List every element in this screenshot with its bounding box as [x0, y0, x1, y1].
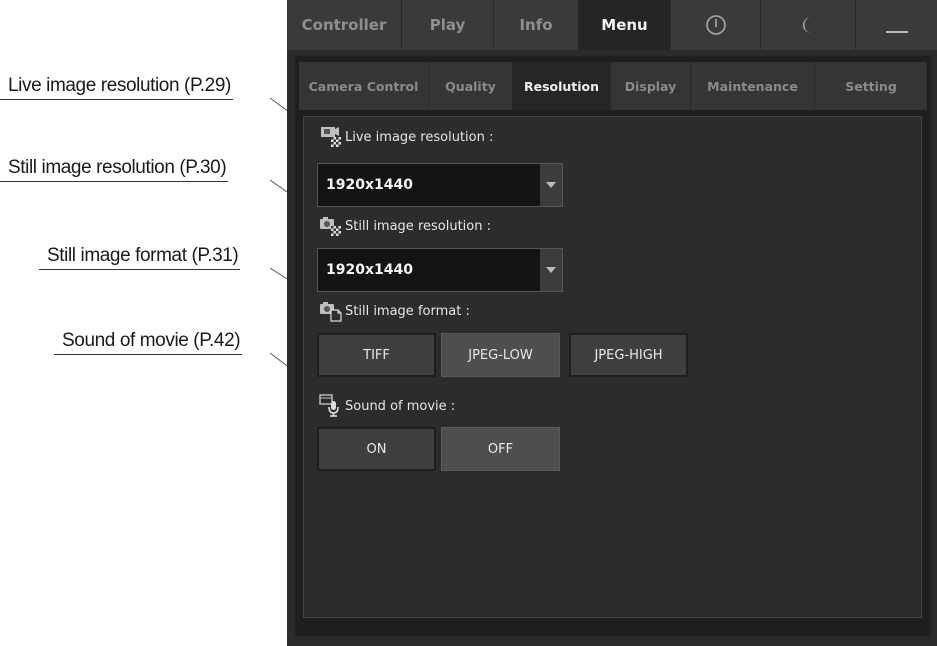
subtab-resolution[interactable]: Resolution: [513, 62, 611, 110]
sub-tab-bar: Camera Control Quality Resolution Displa…: [299, 62, 927, 110]
still-resolution-icon: [320, 217, 341, 236]
tab-menu-label: Menu: [601, 16, 648, 34]
tab-controller[interactable]: Controller: [287, 0, 402, 50]
night-mode-button[interactable]: [761, 0, 856, 50]
still-resolution-dropdown-arrow[interactable]: [540, 249, 562, 291]
sound-of-movie-icon: [319, 394, 339, 417]
callout-leader-lines: [269, 97, 320, 392]
still-resolution-label-row: Still image resolution :: [319, 209, 491, 237]
live-resolution-label-row: Live image resolution :: [319, 120, 493, 148]
callout-sound-of-movie: Sound of movie (P.42): [54, 330, 243, 355]
format-jpeg-high-label: JPEG-HIGH: [594, 347, 663, 363]
callout-still-resolution: Still image resolution (P.30): [0, 157, 229, 182]
tab-play[interactable]: Play: [402, 0, 494, 50]
subtab-quality[interactable]: Quality: [429, 62, 513, 110]
sound-of-movie-label: Sound of movie :: [345, 399, 456, 414]
sound-off-label: OFF: [487, 441, 514, 457]
still-resolution-dropdown[interactable]: 1920x1440: [317, 248, 563, 292]
chevron-down-icon: [546, 267, 556, 273]
tab-controller-label: Controller: [301, 16, 387, 34]
live-resolution-icon: [321, 127, 341, 147]
format-jpeg-low-button[interactable]: JPEG-LOW: [441, 333, 560, 377]
callout-still-format: Still image format (P.31): [39, 245, 241, 270]
sound-on-button[interactable]: ON: [317, 427, 436, 471]
callout-live-resolution: Live image resolution (P.29): [0, 75, 233, 100]
minimize-button[interactable]: [856, 0, 937, 50]
live-resolution-label: Live image resolution :: [345, 130, 494, 145]
subtab-maintenance[interactable]: Maintenance: [691, 62, 815, 110]
sound-on-label: ON: [366, 441, 387, 457]
subtab-display[interactable]: Display: [611, 62, 691, 110]
sound-of-movie-label-row: Sound of movie :: [319, 389, 455, 417]
tab-info[interactable]: Info: [494, 0, 579, 50]
subtab-display-label: Display: [624, 78, 677, 94]
still-resolution-label: Still image resolution :: [345, 219, 491, 234]
subtab-resolution-label: Resolution: [523, 78, 600, 94]
subtab-setting[interactable]: Setting: [815, 62, 927, 110]
live-resolution-dropdown-arrow[interactable]: [540, 164, 562, 206]
still-format-label: Still image format :: [345, 304, 470, 319]
chevron-down-icon: [546, 182, 556, 188]
tab-menu[interactable]: Menu: [579, 0, 671, 50]
moon-icon: [803, 17, 811, 33]
still-resolution-value: 1920x1440: [326, 262, 413, 278]
subtab-setting-label: Setting: [845, 78, 897, 94]
still-format-icon: [320, 302, 342, 322]
format-tiff-button[interactable]: TIFF: [317, 333, 436, 377]
subtab-camera-control[interactable]: Camera Control: [299, 62, 429, 110]
top-tab-bar: Controller Play Info Menu: [287, 0, 937, 50]
sound-off-button[interactable]: OFF: [441, 427, 560, 471]
still-format-label-row: Still image format :: [319, 294, 470, 322]
live-resolution-value: 1920x1440: [326, 177, 413, 193]
live-resolution-dropdown[interactable]: 1920x1440: [317, 163, 563, 207]
subtab-quality-label: Quality: [445, 78, 496, 94]
format-jpeg-high-button[interactable]: JPEG-HIGH: [569, 333, 688, 377]
tab-play-label: Play: [429, 16, 466, 34]
format-jpeg-low-label: JPEG-LOW: [468, 347, 533, 363]
app-window: Controller Play Info Menu Camera Control…: [287, 0, 937, 646]
tab-info-label: Info: [519, 16, 553, 34]
subtab-maintenance-label: Maintenance: [707, 78, 798, 94]
power-button[interactable]: [671, 0, 761, 50]
subtab-camera-control-label: Camera Control: [308, 78, 419, 94]
power-icon: [705, 15, 726, 35]
format-tiff-label: TIFF: [363, 347, 390, 363]
minimize-icon: [885, 31, 908, 33]
